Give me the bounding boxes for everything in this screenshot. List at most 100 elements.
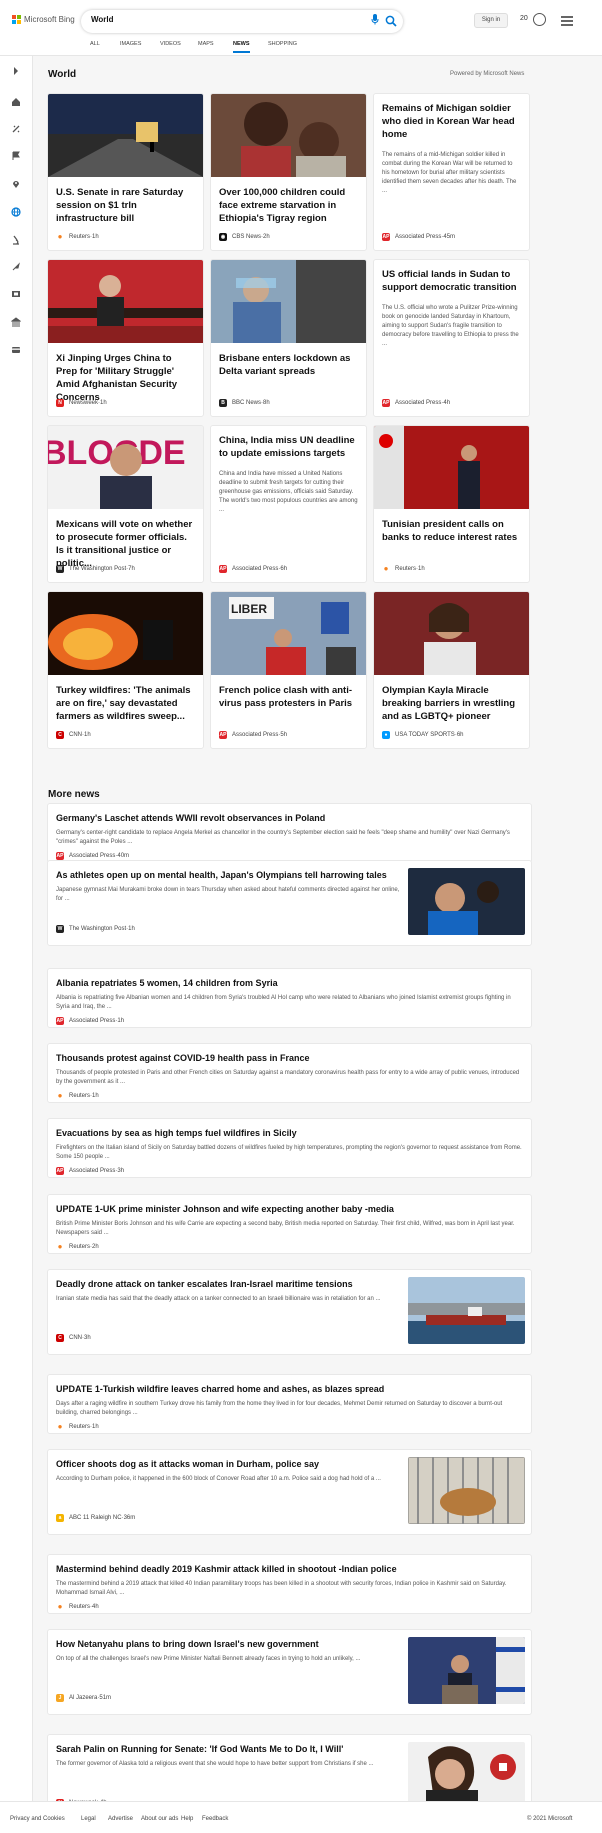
news-card-title[interactable]: Over 100,000 children could face extreme…	[211, 186, 366, 225]
news-list-item[interactable]: Deadly drone attack on tanker escalates …	[47, 1269, 532, 1355]
location-icon[interactable]	[11, 179, 21, 189]
source-name[interactable]: Associated Press	[69, 1168, 115, 1174]
news-card-title[interactable]: U.S. Senate in rare Saturday session on …	[48, 186, 203, 225]
card-icon[interactable]	[11, 345, 21, 355]
tab-maps[interactable]: MAPS	[198, 41, 214, 51]
news-item-title[interactable]: Mastermind behind deadly 2019 Kashmir at…	[56, 1564, 397, 1574]
tab-shopping[interactable]: SHOPPING	[268, 41, 297, 51]
news-card-image[interactable]	[48, 94, 203, 177]
microscope-icon[interactable]	[11, 235, 21, 245]
news-item-title[interactable]: Sarah Palin on Running for Senate: 'If G…	[56, 1744, 343, 1754]
source-name[interactable]: Reuters	[69, 234, 90, 240]
news-item-title[interactable]: UPDATE 1-Turkish wildfire leaves charred…	[56, 1384, 384, 1394]
news-card-title[interactable]: Brisbane enters lockdown as Delta varian…	[211, 352, 366, 378]
source-name[interactable]: Reuters	[69, 1604, 90, 1610]
news-card[interactable]: US official lands in Sudan to support de…	[373, 259, 530, 417]
news-card-image[interactable]: LIBER	[211, 592, 366, 675]
source-name[interactable]: ABC 11 Raleigh NC	[69, 1515, 122, 1521]
news-card[interactable]: Remains of Michigan soldier who died in …	[373, 93, 530, 251]
footer-link-feedback[interactable]: Feedback	[202, 1816, 228, 1822]
news-list-item[interactable]: How Netanyahu plans to bring down Israel…	[47, 1629, 532, 1715]
rewards-medal-icon[interactable]	[533, 13, 546, 26]
rocket-icon[interactable]	[11, 262, 21, 272]
source-name[interactable]: Reuters	[69, 1093, 90, 1099]
news-list-item[interactable]: As athletes open up on mental health, Ja…	[47, 860, 532, 946]
microphone-icon[interactable]	[368, 14, 382, 28]
news-card[interactable]: China, India miss UN deadline to update …	[210, 425, 367, 583]
news-card-image[interactable]	[374, 592, 529, 675]
source-name[interactable]: Reuters	[395, 566, 416, 572]
news-item-title[interactable]: As athletes open up on mental health, Ja…	[56, 870, 387, 880]
news-card-image[interactable]	[211, 260, 366, 343]
source-name[interactable]: Reuters	[69, 1424, 90, 1430]
tab-news[interactable]: NEWS	[233, 41, 250, 53]
news-card-title[interactable]: Turkey wildfires: 'The animals are on fi…	[48, 684, 203, 723]
tab-all[interactable]: ALL	[90, 41, 100, 51]
news-item-title[interactable]: How Netanyahu plans to bring down Israel…	[56, 1639, 319, 1649]
news-list-item[interactable]: Officer shoots dog as it attacks woman i…	[47, 1449, 532, 1535]
source-name[interactable]: Newsweek	[69, 400, 98, 406]
news-card-title[interactable]: Olympian Kayla Miracle breaking barriers…	[374, 684, 529, 723]
news-card-title[interactable]: Mexicans will vote on whether to prosecu…	[48, 518, 203, 570]
globe-icon[interactable]	[11, 207, 21, 217]
menu-icon[interactable]	[561, 16, 573, 28]
news-item-title[interactable]: Albania repatriates 5 women, 14 children…	[56, 978, 278, 988]
footer-link-privacy-and-cookies[interactable]: Privacy and Cookies	[10, 1816, 65, 1822]
source-name[interactable]: BBC News	[232, 400, 261, 406]
news-card[interactable]: Olympian Kayla Miracle breaking barriers…	[373, 591, 530, 749]
news-card[interactable]: Turkey wildfires: 'The animals are on fi…	[47, 591, 204, 749]
flag-icon[interactable]	[11, 151, 21, 161]
source-name[interactable]: Al Jazeera	[69, 1695, 97, 1701]
news-item-title[interactable]: Officer shoots dog as it attacks woman i…	[56, 1459, 319, 1469]
footer-link-help[interactable]: Help	[181, 1816, 193, 1822]
news-list-item[interactable]: Evacuations by sea as high temps fuel wi…	[47, 1118, 532, 1178]
source-name[interactable]: The Washington Post	[69, 926, 126, 932]
source-name[interactable]: Associated Press	[69, 1018, 115, 1024]
tab-videos[interactable]: VIDEOS	[160, 41, 181, 51]
news-list-item[interactable]: Germany's Laschet attends WWII revolt ob…	[47, 803, 532, 863]
source-name[interactable]: Associated Press	[69, 853, 115, 859]
news-card-title[interactable]: Xi Jinping Urges China to Prep for 'Mili…	[48, 352, 203, 404]
sign-in-button[interactable]: Sign in	[474, 13, 508, 28]
home-icon[interactable]	[11, 97, 21, 107]
news-list-item[interactable]: UPDATE 1-UK prime minister Johnson and w…	[47, 1194, 532, 1254]
source-name[interactable]: CBS News	[232, 234, 261, 240]
search-input[interactable]: World	[91, 15, 114, 24]
news-card-image[interactable]	[211, 94, 366, 177]
search-icon[interactable]	[385, 14, 399, 28]
news-card-title[interactable]: French police clash with anti-virus pass…	[211, 684, 366, 710]
news-card-title[interactable]: Remains of Michigan soldier who died in …	[374, 102, 529, 141]
news-card-title[interactable]: China, India miss UN deadline to update …	[211, 434, 366, 460]
news-card-image[interactable]: BLOCDE	[48, 426, 203, 509]
news-list-item[interactable]: Mastermind behind deadly 2019 Kashmir at…	[47, 1554, 532, 1614]
news-card[interactable]: LIBER French police clash with anti-virus…	[210, 591, 367, 749]
bing-logo[interactable]: Microsoft Bing	[12, 15, 75, 24]
source-name[interactable]: CNN	[69, 732, 82, 738]
source-name[interactable]: Associated Press	[232, 566, 278, 572]
news-item-title[interactable]: Deadly drone attack on tanker escalates …	[56, 1279, 353, 1289]
news-card[interactable]: Over 100,000 children could face extreme…	[210, 93, 367, 251]
news-list-item[interactable]: Albania repatriates 5 women, 14 children…	[47, 968, 532, 1028]
news-list-item[interactable]: Thousands protest against COVID-19 healt…	[47, 1043, 532, 1103]
tab-images[interactable]: IMAGES	[120, 41, 141, 51]
news-item-title[interactable]: UPDATE 1-UK prime minister Johnson and w…	[56, 1204, 394, 1214]
footer-link-about-our-ads[interactable]: About our ads	[141, 1816, 178, 1822]
footer-link-legal[interactable]: Legal	[81, 1816, 96, 1822]
news-item-title[interactable]: Germany's Laschet attends WWII revolt ob…	[56, 813, 325, 823]
news-card[interactable]: U.S. Senate in rare Saturday session on …	[47, 93, 204, 251]
news-item-title[interactable]: Thousands protest against COVID-19 healt…	[56, 1053, 310, 1063]
source-name[interactable]: CNN	[69, 1335, 82, 1341]
film-icon[interactable]	[11, 289, 21, 299]
footer-link-advertise[interactable]: Advertise	[108, 1816, 133, 1822]
arrow-right-icon[interactable]	[11, 66, 21, 76]
news-card-image[interactable]	[48, 260, 203, 343]
news-card-image[interactable]	[374, 426, 529, 509]
source-name[interactable]: The Washington Post	[69, 566, 126, 572]
bank-icon[interactable]	[10, 317, 22, 327]
news-card[interactable]: Brisbane enters lockdown as Delta varian…	[210, 259, 367, 417]
search-box[interactable]: World	[81, 10, 403, 33]
news-card[interactable]: Tunisian president calls on banks to red…	[373, 425, 530, 583]
news-card-title[interactable]: Tunisian president calls on banks to red…	[374, 518, 529, 544]
news-card-title[interactable]: US official lands in Sudan to support de…	[374, 268, 529, 294]
source-name[interactable]: Associated Press	[232, 732, 278, 738]
